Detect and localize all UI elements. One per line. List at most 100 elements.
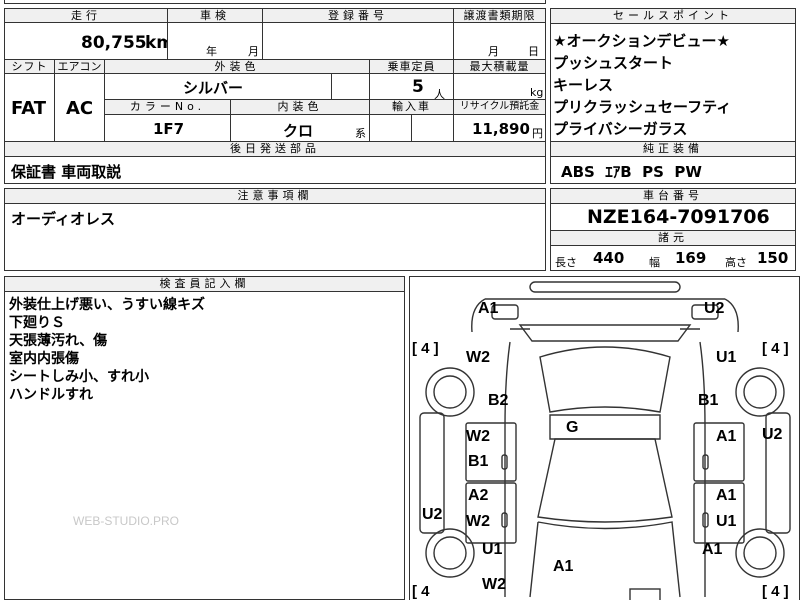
- exterior-color-cell: シルバー: [104, 73, 332, 100]
- later-parts-cell: 保証書 車両取説: [4, 156, 546, 184]
- watermark: WEB-STUDIO.PRO: [73, 514, 180, 528]
- registration-cell: [262, 22, 454, 60]
- equipment-value: ABS ｴｱB PS PW: [561, 163, 702, 181]
- damage-code: A1: [716, 428, 737, 445]
- transfer-month-unit: 月: [488, 45, 499, 58]
- later-parts-header: 後日発送部品: [4, 141, 546, 157]
- chassis-value: NZE164-7091706: [587, 206, 770, 228]
- transfer-day-unit: 日: [528, 45, 539, 58]
- sales-point-item: キーレス: [553, 76, 614, 94]
- top-strip: [4, 0, 546, 4]
- height-value: 150: [757, 249, 789, 267]
- specs-cell: 長さ 440 幅 169 高さ 150: [550, 245, 796, 271]
- sales-point-item: プライバシーガラス: [553, 120, 688, 138]
- capacity-header: 乗車定員: [369, 59, 454, 74]
- exterior-color-value: シルバー: [183, 79, 244, 97]
- aircon-cell: AC: [54, 73, 105, 142]
- recycle-cell: 11,890 円: [453, 114, 546, 142]
- width-value: 169: [675, 249, 707, 267]
- damage-code: B1: [468, 453, 489, 470]
- damage-code: U1: [716, 349, 737, 366]
- recycle-value: 11,890: [472, 120, 530, 138]
- sales-point-item: ★オークションデビュー★: [553, 32, 730, 50]
- notes-cell: オーディオレス: [4, 203, 546, 271]
- rear-left-tire-label: [ 4: [412, 583, 430, 600]
- mileage-cell: 80,755 km: [4, 22, 174, 60]
- front-right-tire-label: [ 4 ]: [762, 340, 789, 357]
- inspection-month-unit: 月: [248, 45, 259, 58]
- color-no-value: 1F7: [153, 120, 185, 138]
- sales-points-header: セールスポイント: [550, 8, 796, 24]
- transfer-header: 譲渡書類期限: [453, 8, 546, 23]
- capacity-cell: 5 人: [369, 73, 454, 101]
- interior-color-suffix: 系: [355, 127, 366, 140]
- car-diagram: [ 4 ] [ 4 ] [ 4 [ 4 ] A1 U2 W2 U1 B2 B1 …: [409, 276, 800, 600]
- notes-value: オーディオレス: [11, 210, 115, 228]
- damage-code: G: [566, 419, 579, 436]
- damage-code: B2: [488, 392, 509, 409]
- import-header: 輸入車: [369, 99, 454, 115]
- damage-code: U1: [716, 513, 737, 530]
- damage-code: B1: [698, 392, 719, 409]
- inspection-cell: 年 月: [167, 22, 263, 60]
- sales-points-cell: ★オークションデビュー★ プッシュスタート キーレス プリクラッシュセーフティ …: [550, 23, 796, 142]
- interior-color-cell: クロ 系: [230, 114, 370, 142]
- chassis-header: 車台番号: [550, 188, 796, 204]
- inspector-line: シートしみ小、すれ小: [9, 369, 149, 385]
- damage-code: W2: [466, 513, 490, 530]
- shift-value: FAT: [11, 98, 47, 119]
- inspection-year-unit: 年: [206, 45, 217, 58]
- inspector-line: 外装仕上げ悪い、うすい線キズ: [9, 297, 205, 313]
- interior-color-header: 内装色: [230, 99, 370, 115]
- damage-code: A2: [468, 487, 489, 504]
- mileage-header: 走行: [4, 8, 168, 23]
- damage-code: W2: [482, 576, 506, 593]
- max-load-header: 最大積載量: [453, 59, 546, 74]
- later-parts-value: 保証書 車両取説: [11, 163, 122, 181]
- inspector-cell: 外装仕上げ悪い、うすい線キズ 下廻りＳ 天張薄汚れ、傷 室内内張傷 シートしみ小…: [4, 291, 405, 600]
- height-label: 高さ: [725, 256, 747, 269]
- capacity-value: 5: [412, 77, 424, 97]
- damage-code: A1: [702, 541, 723, 558]
- color-no-header: カラーNo.: [104, 99, 231, 115]
- damage-code: U1: [482, 541, 503, 558]
- rear-right-tire-label: [ 4 ]: [762, 583, 789, 600]
- import-cell-b: [411, 114, 454, 142]
- damage-code: W2: [466, 349, 490, 366]
- interior-color-value: クロ: [283, 122, 314, 140]
- damage-code: U2: [422, 506, 443, 523]
- inspector-line: 下廻りＳ: [9, 315, 65, 331]
- width-label: 幅: [649, 256, 660, 269]
- length-label: 長さ: [555, 256, 577, 269]
- recycle-header: リサイクル預託金: [453, 99, 546, 115]
- notes-header: 注意事項欄: [4, 188, 546, 204]
- specs-header: 諸元: [550, 230, 796, 246]
- inspector-line: 天張薄汚れ、傷: [9, 333, 108, 349]
- sales-point-item: プッシュスタート: [553, 54, 674, 72]
- aircon-header: エアコン: [54, 59, 105, 74]
- chassis-cell: NZE164-7091706: [550, 203, 796, 231]
- exterior-color-header: 外装色: [104, 59, 370, 74]
- import-cell-a: [369, 114, 412, 142]
- transfer-cell: 月 日: [453, 22, 546, 60]
- front-left-tire-label: [ 4 ]: [412, 340, 439, 357]
- inspection-header: 車検: [167, 8, 263, 23]
- registration-header: 登録番号: [262, 8, 454, 23]
- color-no-cell: 1F7: [104, 114, 231, 142]
- max-load-unit: kg: [530, 86, 544, 99]
- mileage-value: 80,755: [81, 33, 147, 53]
- damage-code: W2: [466, 428, 490, 445]
- length-value: 440: [593, 249, 625, 267]
- sales-point-item: プリクラッシュセーフティ: [553, 98, 732, 116]
- inspector-line: 室内内張傷: [9, 351, 79, 367]
- damage-code: A1: [478, 300, 499, 317]
- damage-code: U2: [762, 426, 783, 443]
- exterior-color-extra: [331, 73, 370, 100]
- damage-code: A1: [553, 558, 574, 575]
- inspector-line: ハンドルすれ: [9, 387, 93, 403]
- recycle-unit: 円: [532, 127, 543, 140]
- aircon-value: AC: [66, 98, 94, 119]
- damage-code: U2: [704, 300, 725, 317]
- max-load-cell: kg: [453, 73, 546, 100]
- equipment-header: 純正装備: [550, 141, 796, 157]
